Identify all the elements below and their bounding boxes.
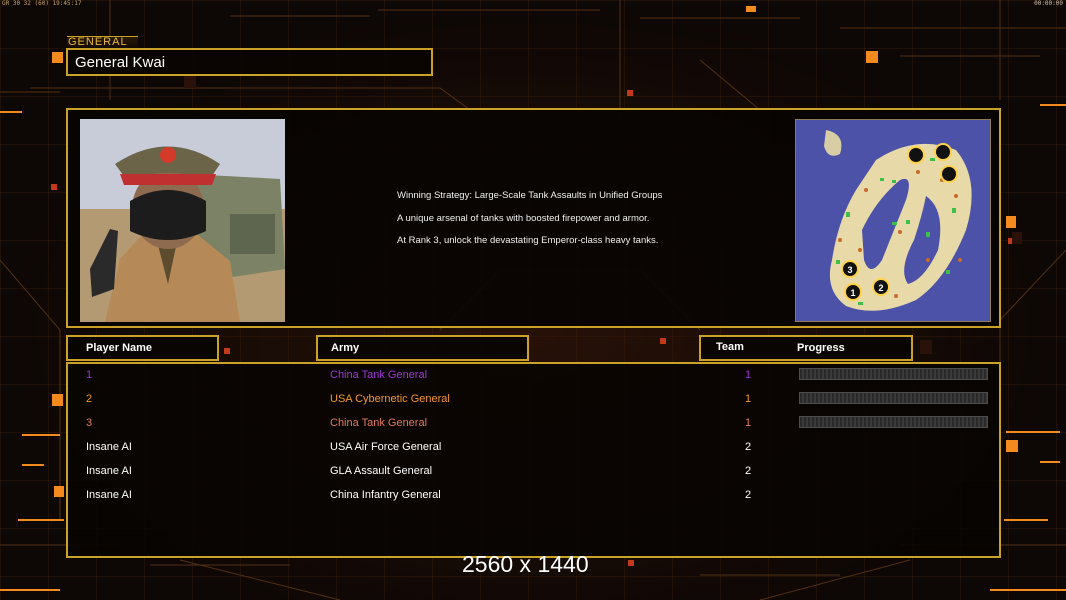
start-position-3: 3 [847,265,852,275]
start-position-2: 2 [878,283,883,293]
table-row[interactable]: 3 China Tank General 1 [68,413,999,435]
player-name: 2 [86,393,93,405]
player-army: China Tank General [330,417,428,429]
header-army: Army [316,335,529,361]
player-team: 1 [745,393,752,405]
header-team-progress: Team Progress [699,335,913,361]
hud-stats: GR 30 32 (60) 19:45:17 [2,0,82,7]
loading-progress-bar [799,368,988,380]
player-name: Insane AI [86,465,132,477]
table-row[interactable]: 1 China Tank General 1 [68,365,999,387]
general-name: General Kwai [75,54,166,71]
hud-clock: 00:00:00 [1034,0,1063,7]
header-team-label: Team [716,341,744,353]
header-player-name-label: Player Name [86,342,153,354]
header-progress-label: Progress [797,342,845,354]
loading-progress-bar [799,392,988,404]
player-team: 1 [745,369,752,381]
player-team: 2 [745,489,752,501]
table-row[interactable]: Insane AI USA Air Force General 2 [68,437,999,459]
player-name: Insane AI [86,489,132,501]
players-table: 1 China Tank General 1 2 USA Cybernetic … [66,362,1001,558]
general-tag: GENERAL [67,36,138,48]
general-portrait [80,119,285,322]
table-row[interactable]: Insane AI China Infantry General 2 [68,485,999,507]
strategy-line: At Rank 3, unlock the devastating Empero… [397,235,659,246]
player-team: 2 [745,441,752,453]
player-army: China Tank General [330,369,428,381]
player-name: 3 [86,417,93,429]
strategy-text: Winning Strategy: Large-Scale Tank Assau… [397,190,662,258]
player-army: USA Air Force General [330,441,442,453]
header-player-name: Player Name [66,335,219,361]
header-army-label: Army [331,342,360,354]
player-army: GLA Assault General [330,465,433,477]
table-row[interactable]: 2 USA Cybernetic General 1 [68,389,999,411]
player-army: USA Cybernetic General [330,393,450,405]
start-position-1: 1 [850,288,855,298]
player-team: 2 [745,465,752,477]
strategy-line: Winning Strategy: Large-Scale Tank Assau… [397,190,663,201]
player-team: 1 [745,417,752,429]
general-name-box: General Kwai [66,48,433,76]
player-name: 1 [86,369,93,381]
player-army: China Infantry General [330,489,441,501]
strategy-line: A unique arsenal of tanks with boosted f… [397,212,650,224]
resolution-label: 2560 x 1440 [462,551,589,577]
loading-progress-bar [799,416,988,428]
player-name: Insane AI [86,441,132,453]
general-info-panel: Winning Strategy: Large-Scale Tank Assau… [66,108,1001,328]
table-row[interactable]: Insane AI GLA Assault General 2 [68,461,999,483]
map-preview[interactable]: 3 1 2 [795,119,991,322]
